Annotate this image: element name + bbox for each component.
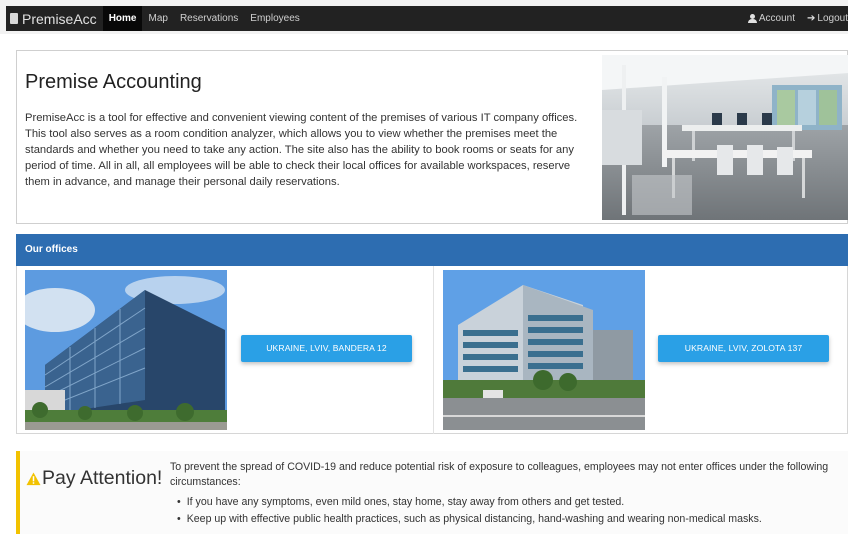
- office-interior-illustration: [602, 55, 848, 220]
- attention-text: To prevent the spread of COVID-19 and re…: [170, 461, 829, 488]
- navbar-bar: PremiseAcc Home Map Reservations Employe…: [6, 6, 848, 31]
- attention-panel: Pay Attention! To prevent the spread of …: [16, 451, 848, 534]
- offices-panel: UKRAINE, LVIV, BANDERA 12 UKRAINE, LVIV,…: [16, 266, 848, 434]
- nav-map[interactable]: Map: [142, 6, 173, 31]
- user-icon: [747, 14, 757, 23]
- office-building-illustration-2: [443, 270, 645, 430]
- office-divider: [433, 266, 434, 434]
- logout-icon: ➔: [807, 13, 816, 24]
- nav-reservations[interactable]: Reservations: [174, 6, 244, 31]
- office-building-illustration: [25, 270, 227, 430]
- office-building-image-2: [443, 270, 645, 430]
- attention-heading: Pay Attention!: [26, 467, 162, 490]
- list-item: Keep up with effective public health pra…: [177, 511, 762, 528]
- offices-title: Our offices: [25, 244, 78, 255]
- nav-home[interactable]: Home: [102, 6, 143, 31]
- nav-right: Account ➔ Logout: [742, 6, 848, 31]
- attention-list: If you have any symptoms, even mild ones…: [177, 494, 762, 527]
- logout-link[interactable]: ➔ Logout: [801, 6, 848, 31]
- office-building-image: [25, 270, 227, 430]
- offices-panel-header: Our offices: [16, 234, 848, 266]
- intro-description: PremiseAcc is a tool for effective and c…: [25, 112, 578, 189]
- account-link[interactable]: Account: [742, 6, 801, 31]
- office-interior-image: [602, 55, 848, 220]
- attention-title: Pay Attention!: [42, 467, 163, 489]
- office-button-bandera[interactable]: UKRAINE, LVIV, BANDERA 12: [241, 335, 412, 362]
- office-button-zolota[interactable]: UKRAINE, LVIV, ZOLOTA 137: [658, 335, 829, 362]
- brand[interactable]: PremiseAcc: [6, 11, 97, 27]
- building-icon: [10, 13, 18, 24]
- intro-panel: Premise Accounting PremiseAcc is a tool …: [16, 50, 848, 224]
- logout-label: Logout: [817, 13, 848, 24]
- list-item: If you have any symptoms, even mild ones…: [177, 494, 762, 511]
- nav-employees[interactable]: Employees: [244, 6, 305, 31]
- warning-icon: [26, 471, 41, 485]
- page-title: Premise Accounting: [25, 71, 202, 93]
- navbar: PremiseAcc Home Map Reservations Employe…: [0, 0, 848, 34]
- account-label: Account: [758, 13, 796, 24]
- brand-label: PremiseAcc: [22, 10, 97, 27]
